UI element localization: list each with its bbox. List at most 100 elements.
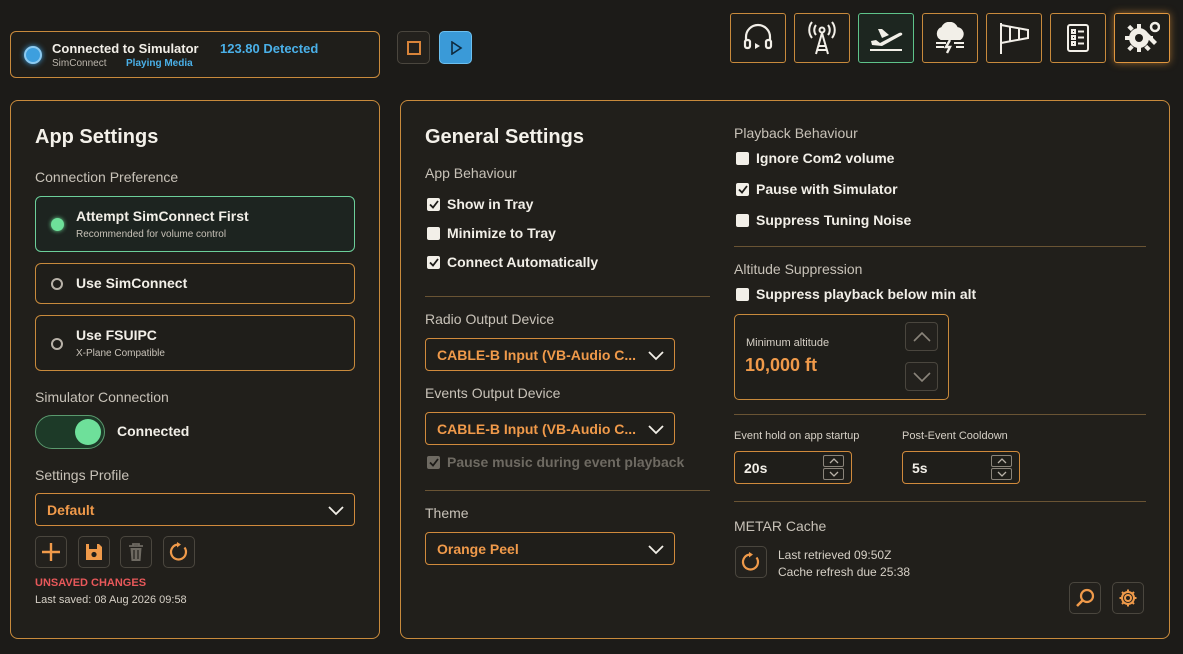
cooldown-spinner[interactable]: 5s <box>902 451 1020 484</box>
reset-profile-button[interactable] <box>163 536 195 568</box>
divider <box>734 246 1146 247</box>
unsaved-changes-badge: UNSAVED CHANGES <box>35 577 147 589</box>
radio-output-label: Radio Output Device <box>425 311 555 327</box>
add-profile-button[interactable] <box>35 536 67 568</box>
option-subtitle: Recommended for volume control <box>76 229 227 240</box>
chevron-down-icon <box>648 351 664 361</box>
checkbox-checked <box>736 182 749 196</box>
app-settings-title: App Settings <box>35 126 159 148</box>
connection-status-card: Connected to Simulator 123.80 Detected S… <box>10 31 380 78</box>
plane-takeoff-icon <box>870 29 903 51</box>
nav-radio[interactable] <box>794 13 850 63</box>
suppress-tuning-noise-checkbox[interactable]: Suppress Tuning Noise <box>736 212 911 228</box>
minimize-to-tray-checkbox[interactable]: Minimize to Tray <box>427 225 556 241</box>
general-settings-title: General Settings <box>425 126 584 148</box>
play-icon <box>450 40 462 55</box>
checkbox-unchecked <box>427 226 440 240</box>
trash-icon <box>129 543 143 561</box>
checkbox-unchecked <box>736 151 749 165</box>
nav-wind[interactable] <box>986 13 1042 63</box>
event-hold-spinner[interactable]: 20s <box>734 451 852 484</box>
altitude-decrease-button[interactable] <box>905 362 938 391</box>
checkbox-checked <box>427 197 440 211</box>
divider <box>734 501 1146 502</box>
checkbox-checked <box>427 255 440 269</box>
caret-down-icon <box>997 471 1006 477</box>
metar-refresh-due: Cache refresh due 25:38 <box>778 565 911 579</box>
chevron-down-icon <box>912 371 931 382</box>
plus-icon <box>42 543 60 561</box>
radio-output-value: CABLE-B Input (VB-Audio C... <box>437 347 637 363</box>
chevron-up-icon <box>912 331 931 342</box>
ignore-com2-checkbox[interactable]: Ignore Com2 volume <box>736 150 894 166</box>
metar-refresh-button[interactable] <box>735 546 767 578</box>
minimum-altitude-card: Minimum altitude 10,000 ft <box>734 314 949 400</box>
settings-profile-label: Settings Profile <box>35 467 130 483</box>
checklist-icon <box>1067 24 1089 52</box>
gear-wrench-icon <box>1125 21 1160 52</box>
metar-settings-button[interactable] <box>1112 582 1144 614</box>
windsock-icon <box>1000 23 1029 54</box>
option-simconnect-first[interactable]: Attempt SimConnect First Recommended for… <box>35 196 355 252</box>
show-in-tray-checkbox[interactable]: Show in Tray <box>427 196 533 212</box>
nav-weather[interactable] <box>922 13 978 63</box>
altitude-suppression-label: Altitude Suppression <box>734 261 863 277</box>
spinner-down-button[interactable] <box>991 468 1012 480</box>
save-profile-button[interactable] <box>78 536 110 568</box>
caret-down-icon <box>829 471 838 477</box>
checkbox-unchecked <box>736 213 749 227</box>
radio-unselected <box>51 278 63 290</box>
checkbox-label: Show in Tray <box>447 196 534 212</box>
theme-label: Theme <box>425 505 469 521</box>
profile-select[interactable]: Default <box>35 493 355 526</box>
connection-preference-label: Connection Preference <box>35 169 179 185</box>
metar-last-retrieved: Last retrieved 09:50Z <box>778 548 892 562</box>
checkbox-label: Pause music during event playback <box>447 454 685 470</box>
suppress-below-alt-checkbox[interactable]: Suppress playback below min alt <box>736 286 976 302</box>
spinner-up-button[interactable] <box>823 455 844 467</box>
play-button[interactable] <box>439 31 472 64</box>
nav-settings[interactable] <box>1114 13 1170 63</box>
gear-icon <box>1119 589 1137 607</box>
divider <box>425 490 710 491</box>
pause-with-simulator-checkbox[interactable]: Pause with Simulator <box>736 181 898 197</box>
pause-music-checkbox[interactable]: Pause music during event playback <box>427 454 684 470</box>
spinner-up-button[interactable] <box>991 455 1012 467</box>
nav-flight[interactable] <box>858 13 914 63</box>
radio-tower-icon <box>808 21 836 55</box>
checkbox-label: Pause with Simulator <box>756 181 898 197</box>
refresh-icon <box>741 552 760 571</box>
theme-value: Orange Peel <box>437 541 519 557</box>
nav-headset[interactable] <box>730 13 786 63</box>
connection-toggle[interactable] <box>35 415 105 449</box>
metar-search-button[interactable] <box>1069 582 1101 614</box>
events-output-value: CABLE-B Input (VB-Audio C... <box>437 421 637 437</box>
app-settings-panel: App Settings Connection Preference Attem… <box>10 100 380 639</box>
app-behaviour-label: App Behaviour <box>425 165 517 181</box>
events-output-label: Events Output Device <box>425 385 561 401</box>
option-subtitle: X-Plane Compatible <box>76 348 165 359</box>
divider <box>734 414 1146 415</box>
event-hold-value: 20s <box>744 460 768 476</box>
option-use-simconnect[interactable]: Use SimConnect <box>35 263 355 304</box>
option-title: Use FSUIPC <box>76 327 157 343</box>
simulator-connection-label: Simulator Connection <box>35 389 169 405</box>
spinner-down-button[interactable] <box>823 468 844 480</box>
option-use-fsuipc[interactable]: Use FSUIPC X-Plane Compatible <box>35 315 355 371</box>
radio-output-select[interactable]: CABLE-B Input (VB-Audio C... <box>425 338 675 371</box>
playback-behaviour-label: Playback Behaviour <box>734 125 858 141</box>
media-status: Playing Media <box>126 58 193 69</box>
altitude-increase-button[interactable] <box>905 322 938 351</box>
caret-up-icon <box>997 458 1006 464</box>
stop-button[interactable] <box>397 31 430 64</box>
caret-up-icon <box>829 458 838 464</box>
nav-checklist[interactable] <box>1050 13 1106 63</box>
events-output-select[interactable]: CABLE-B Input (VB-Audio C... <box>425 412 675 445</box>
delete-profile-button[interactable] <box>120 536 152 568</box>
general-settings-panel: General Settings App Behaviour Show in T… <box>400 100 1170 639</box>
last-saved-text: Last saved: 08 Aug 2026 09:58 <box>35 594 187 606</box>
theme-select[interactable]: Orange Peel <box>425 532 675 565</box>
status-source: SimConnect <box>52 58 107 69</box>
connect-automatically-checkbox[interactable]: Connect Automatically <box>427 254 598 270</box>
radio-selected <box>51 218 64 231</box>
